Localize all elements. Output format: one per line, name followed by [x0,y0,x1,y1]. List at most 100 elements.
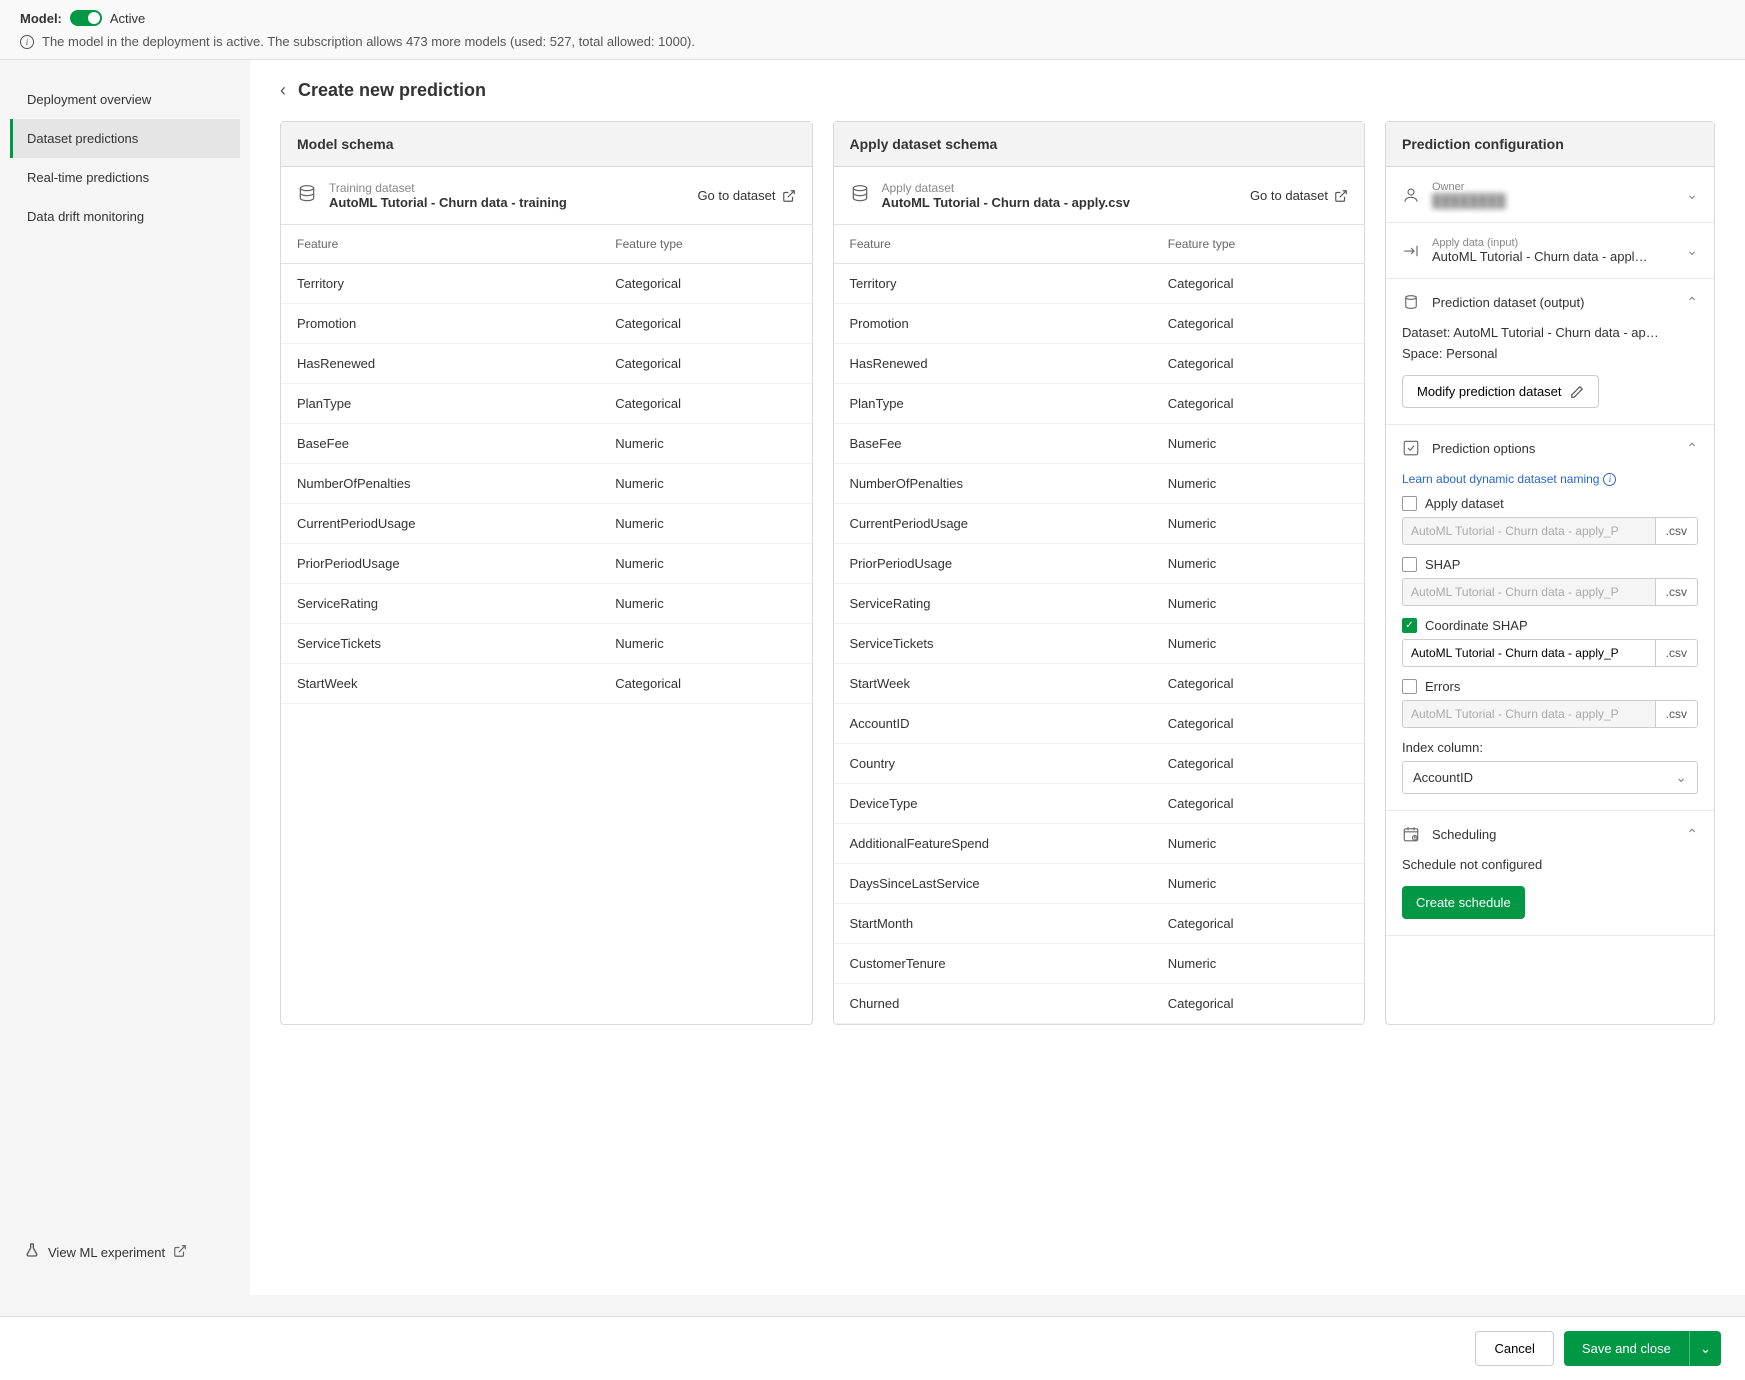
input-icon [1402,242,1420,260]
apply-data-value: AutoML Tutorial - Churn data - appl… [1432,249,1648,264]
view-ml-experiment-link[interactable]: View ML experiment [10,1230,240,1275]
option-label: Coordinate SHAP [1425,618,1528,633]
external-link-icon [1334,189,1348,203]
table-row: ChurnedCategorical [834,984,1365,1024]
option-label: Apply dataset [1425,496,1504,511]
table-row: CurrentPeriodUsageNumeric [834,504,1365,544]
option-filename-input [1402,700,1655,728]
table-row: ServiceRatingNumeric [281,584,812,624]
model-label: Model: [20,11,62,26]
table-row: CustomerTenureNumeric [834,944,1365,984]
option-filename-input [1402,517,1655,545]
option-label: SHAP [1425,557,1460,572]
cancel-button[interactable]: Cancel [1475,1331,1553,1366]
table-row: CountryCategorical [834,744,1365,784]
flask-icon [24,1242,40,1263]
save-and-close-button[interactable]: Save and close [1564,1331,1689,1366]
option-file-ext: .csv [1655,639,1698,667]
info-icon: i [20,35,34,49]
table-row: BaseFeeNumeric [281,424,812,464]
prediction-config-panel: Prediction configuration Owner ████████ … [1385,121,1715,1025]
top-bar: Model: Active i The model in the deploym… [0,0,1745,60]
scheduling-row[interactable]: Scheduling ⌃ [1386,811,1714,857]
create-schedule-button[interactable]: Create schedule [1402,886,1525,919]
prediction-options-row[interactable]: Prediction options ⌃ [1386,425,1714,471]
option-label: Errors [1425,679,1460,694]
table-row: StartWeekCategorical [834,664,1365,704]
table-row: PromotionCategorical [281,304,812,344]
table-row: AccountIDCategorical [834,704,1365,744]
chevron-down-icon: ⌄ [1686,242,1698,259]
options-icon [1402,439,1420,457]
option-checkbox[interactable] [1402,679,1417,694]
table-row: TerritoryCategorical [834,264,1365,304]
table-row: NumberOfPenaltiesNumeric [834,464,1365,504]
goto-apply-dataset-link[interactable]: Go to dataset [1250,188,1348,203]
footer: Cancel Save and close ⌄ [0,1316,1745,1380]
table-row: PromotionCategorical [834,304,1365,344]
sidebar-item-0[interactable]: Deployment overview [10,80,240,119]
index-column-label: Index column: [1402,740,1698,755]
training-dataset-name: AutoML Tutorial - Churn data - training [329,195,567,210]
model-status-text: Active [110,11,145,26]
option-0: Apply dataset .csv [1402,496,1698,545]
apply-dataset-caption: Apply dataset [882,181,1130,195]
chevron-up-icon: ⌃ [1686,440,1698,457]
option-1: SHAP.csv [1402,557,1698,606]
table-row: BaseFeeNumeric [834,424,1365,464]
user-icon [1402,186,1420,204]
model-active-toggle[interactable] [70,10,102,26]
table-row: HasRenewedCategorical [834,344,1365,384]
chevron-down-icon: ⌄ [1686,186,1698,203]
owner-row[interactable]: Owner ████████ ⌄ [1386,167,1714,222]
apply-data-row[interactable]: Apply data (input) AutoML Tutorial - Chu… [1386,223,1714,278]
table-row: PlanTypeCategorical [834,384,1365,424]
config-header: Prediction configuration [1386,122,1714,167]
table-row: StartMonthCategorical [834,904,1365,944]
calendar-icon [1402,825,1420,843]
output-icon [1402,293,1420,311]
table-row: PriorPeriodUsageNumeric [281,544,812,584]
option-filename-input[interactable] [1402,639,1655,667]
chevron-up-icon: ⌃ [1686,294,1698,311]
training-dataset-caption: Training dataset [329,181,567,195]
output-space-line: Space: Personal [1402,346,1698,361]
owner-value: ████████ [1432,193,1506,208]
output-dataset-row[interactable]: Prediction dataset (output) ⌃ [1386,279,1714,325]
option-checkbox[interactable]: ✓ [1402,618,1417,633]
save-dropdown-button[interactable]: ⌄ [1689,1331,1721,1366]
schedule-status: Schedule not configured [1402,857,1698,872]
table-row: AdditionalFeatureSpendNumeric [834,824,1365,864]
chevron-up-icon: ⌃ [1686,826,1698,843]
chevron-down-icon: ⌄ [1675,769,1687,786]
col-type: Feature type [599,225,811,264]
goto-training-dataset-link[interactable]: Go to dataset [697,188,795,203]
table-row: StartWeekCategorical [281,664,812,704]
page-title: Create new prediction [298,80,486,101]
database-icon [850,184,870,207]
output-dataset-line: Dataset: AutoML Tutorial - Churn data - … [1402,325,1698,340]
sidebar-item-3[interactable]: Data drift monitoring [10,197,240,236]
info-icon: i [1603,473,1616,486]
option-checkbox[interactable] [1402,496,1417,511]
index-column-select[interactable]: AccountID ⌄ [1402,761,1698,794]
option-checkbox[interactable] [1402,557,1417,572]
back-button[interactable]: ‹ [280,80,286,101]
sidebar-item-1[interactable]: Dataset predictions [10,119,240,158]
table-row: PriorPeriodUsageNumeric [834,544,1365,584]
sidebar-item-2[interactable]: Real-time predictions [10,158,240,197]
col-feature: Feature [834,225,1152,264]
option-file-ext: .csv [1655,700,1698,728]
subscription-info-text: The model in the deployment is active. T… [42,34,695,49]
learn-dynamic-naming-link[interactable]: Learn about dynamic dataset naming i [1402,472,1616,486]
table-row: ServiceRatingNumeric [834,584,1365,624]
option-file-ext: .csv [1655,517,1698,545]
option-filename-input [1402,578,1655,606]
modify-prediction-dataset-button[interactable]: Modify prediction dataset [1402,375,1599,408]
col-feature: Feature [281,225,599,264]
table-row: CurrentPeriodUsageNumeric [281,504,812,544]
external-link-icon [173,1244,187,1261]
sidebar: Deployment overviewDataset predictionsRe… [0,60,250,1295]
table-row: ServiceTicketsNumeric [281,624,812,664]
external-link-icon [782,189,796,203]
